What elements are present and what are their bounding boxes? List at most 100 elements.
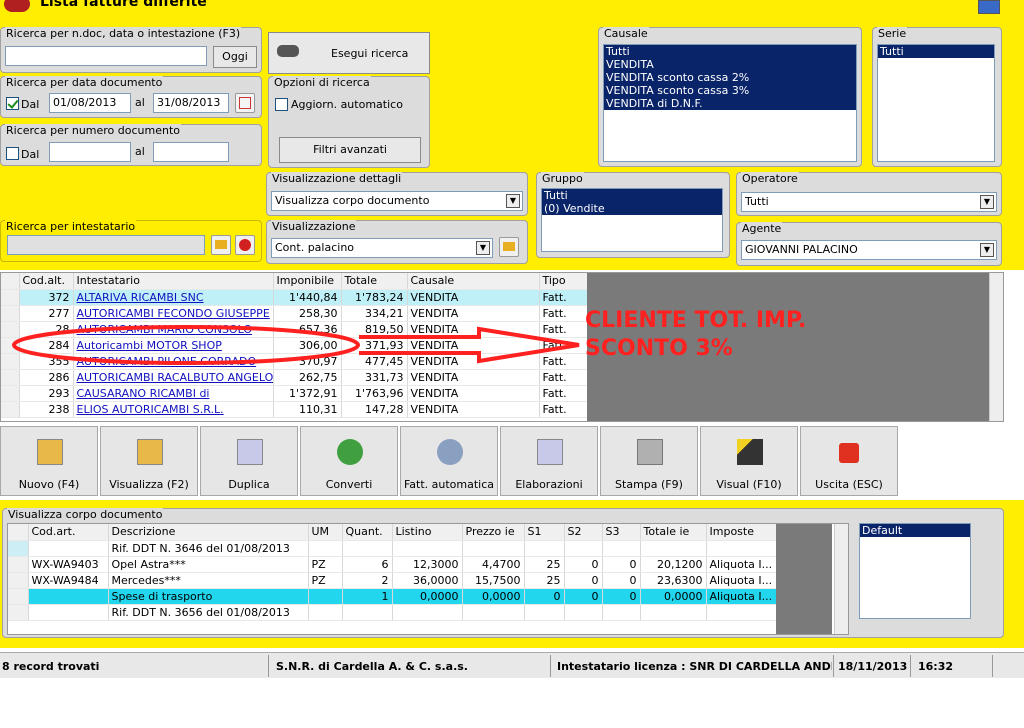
gruppo-list[interactable]: Tutti (0) Vendite — [541, 188, 723, 252]
detail-column-header[interactable]: Totale ie — [640, 524, 707, 541]
causale-list[interactable]: Tutti VENDITA VENDITA sconto cassa 2% VE… — [603, 44, 857, 162]
gruppo-item[interactable]: Tutti — [542, 189, 722, 202]
view-select[interactable]: Cont. palacino ▼ — [271, 238, 493, 258]
calendar-icon[interactable] — [235, 93, 255, 113]
number-to-input[interactable] — [153, 142, 229, 162]
row-selector[interactable] — [8, 604, 29, 621]
detail-column-header[interactable]: S2 — [564, 524, 603, 541]
causale-item[interactable]: Tutti — [604, 45, 856, 58]
row-selector[interactable] — [8, 588, 29, 605]
convert-icon — [337, 439, 363, 465]
table-cell: Mercedes*** — [108, 572, 309, 589]
default-list-item[interactable]: Default — [860, 524, 970, 537]
agente-select[interactable]: GIOVANNI PALACINO ▼ — [741, 240, 997, 260]
exit-button[interactable]: Uscita (ESC) — [800, 426, 898, 496]
causale-item[interactable]: VENDITA di D.N.F. — [604, 97, 856, 110]
table-row[interactable]: Rif. DDT N. 3646 del 01/08/2013 — [8, 540, 777, 557]
detail-column-header[interactable]: Prezzo ie — [462, 524, 525, 541]
serie-list[interactable]: Tutti — [877, 44, 995, 162]
advanced-filters-button[interactable]: Filtri avanzati — [279, 137, 421, 163]
date-checkbox[interactable] — [6, 97, 19, 110]
convert-button[interactable]: Converti — [300, 426, 398, 496]
search-options-label: Opzioni di ricerca — [273, 76, 371, 89]
chevron-down-icon[interactable]: ▼ — [980, 195, 994, 209]
date-to-input[interactable]: 31/08/2013 — [153, 93, 229, 113]
chevron-down-icon[interactable]: ▼ — [476, 241, 490, 255]
delete-icon[interactable] — [235, 235, 255, 255]
row-selector[interactable] — [8, 572, 29, 589]
number-checkbox[interactable] — [6, 147, 19, 160]
grid-scrollbar[interactable] — [989, 273, 1003, 421]
table-cell: 12,3000 — [392, 556, 463, 573]
folder-icon[interactable] — [499, 237, 519, 257]
table-row[interactable]: Rif. DDT N. 3656 del 01/08/2013 — [8, 604, 777, 621]
table-cell: Aliquota I... — [706, 556, 777, 573]
causale-item[interactable]: VENDITA sconto cassa 2% — [604, 71, 856, 84]
operatore-select[interactable]: Tutti ▼ — [741, 192, 997, 212]
chevron-down-icon[interactable]: ▼ — [980, 243, 994, 257]
detail-label: Visualizza corpo documento — [7, 508, 164, 521]
number-checkbox-label: Dal — [21, 148, 40, 161]
gruppo-panel: Gruppo Tutti (0) Vendite — [536, 172, 730, 258]
table-cell — [392, 540, 463, 557]
intestatario-input[interactable] — [7, 235, 205, 255]
view-label: Visualizzazione — [271, 220, 357, 233]
details-view-select[interactable]: Visualizza corpo documento ▼ — [271, 191, 523, 211]
new-button[interactable]: Nuovo (F4) — [0, 426, 98, 496]
chevron-down-icon[interactable]: ▼ — [506, 194, 520, 208]
operatore-label: Operatore — [741, 172, 799, 185]
row-selector[interactable] — [8, 556, 29, 573]
detail-scrollbar[interactable] — [834, 524, 848, 634]
duplicate-button[interactable]: Duplica — [200, 426, 298, 496]
print-button[interactable]: Stampa (F9) — [600, 426, 698, 496]
binoculars-icon — [277, 45, 299, 57]
users-icon[interactable] — [978, 0, 1000, 14]
ndoc-search-input[interactable] — [5, 46, 207, 66]
number-from-input[interactable] — [49, 142, 131, 162]
license-holder: Intestatario licenza : SNR DI CARDELLA A… — [557, 660, 832, 673]
table-cell: 0 — [524, 588, 565, 605]
visual-button[interactable]: Visual (F10) — [700, 426, 798, 496]
number-search-label: Ricerca per numero documento — [5, 124, 182, 137]
serie-panel: Serie Tutti — [872, 27, 1002, 167]
search-button[interactable]: Esegui ricerca — [268, 32, 430, 74]
detail-column-header[interactable]: UM — [308, 524, 343, 541]
default-list[interactable]: Default — [859, 523, 971, 619]
table-cell — [28, 604, 109, 621]
gruppo-label: Gruppo — [541, 172, 584, 185]
ndoc-search-label: Ricerca per n.doc, data o intestazione (… — [5, 27, 242, 40]
detail-column-header[interactable]: Imposte — [706, 524, 777, 541]
intestatario-label: Ricerca per intestatario — [5, 220, 137, 233]
detail-column-header[interactable]: S3 — [602, 524, 641, 541]
gruppo-item[interactable]: (0) Vendite — [542, 202, 722, 215]
table-cell — [706, 604, 777, 621]
causale-item[interactable]: VENDITA sconto cassa 3% — [604, 84, 856, 97]
detail-column-header[interactable]: Listino — [392, 524, 463, 541]
table-row[interactable]: WX-WA9484 Mercedes*** PZ 2 36,0000 15,7500 25 0… — [8, 572, 777, 589]
view-button[interactable]: Visualizza (F2) — [100, 426, 198, 496]
serie-item[interactable]: Tutti — [878, 45, 994, 58]
causale-item[interactable]: VENDITA — [604, 58, 856, 71]
documents-grid[interactable]: Cod.alt. Intestatario Imponibile Totale … — [0, 272, 1004, 422]
auto-invoice-button[interactable]: Fatt. automatica — [400, 426, 498, 496]
detail-column-header[interactable]: Descrizione — [108, 524, 309, 541]
row-selector[interactable] — [8, 540, 29, 557]
auto-update-checkbox[interactable] — [275, 98, 288, 111]
table-cell: 0 — [602, 556, 641, 573]
causale-label: Causale — [603, 27, 649, 40]
table-cell: Spese di trasporto — [108, 588, 309, 605]
oggi-button[interactable]: Oggi — [213, 46, 257, 68]
detail-column-header[interactable]: Quant. — [342, 524, 393, 541]
date-from-input[interactable]: 01/08/2013 — [49, 93, 131, 113]
table-cell — [564, 604, 603, 621]
folder-icon[interactable] — [211, 235, 231, 255]
detail-column-header[interactable]: S1 — [524, 524, 565, 541]
detail-grid[interactable]: Cod.art. Descrizione UM Quant. Listino P… — [7, 523, 849, 635]
detail-column-header[interactable]: Cod.art. — [28, 524, 109, 541]
table-row[interactable]: Spese di trasporto 1 0,0000 0,0000 0 0 0 0,0000… — [8, 588, 777, 605]
exit-button-label: Uscita (ESC) — [815, 478, 883, 491]
table-row[interactable]: WX-WA9403 Opel Astra*** PZ 6 12,3000 4,4700 25… — [8, 556, 777, 573]
duplicate-button-label: Duplica — [228, 478, 270, 491]
ndoc-search-panel: Ricerca per n.doc, data o intestazione (… — [0, 27, 262, 73]
processing-button[interactable]: Elaborazioni — [500, 426, 598, 496]
